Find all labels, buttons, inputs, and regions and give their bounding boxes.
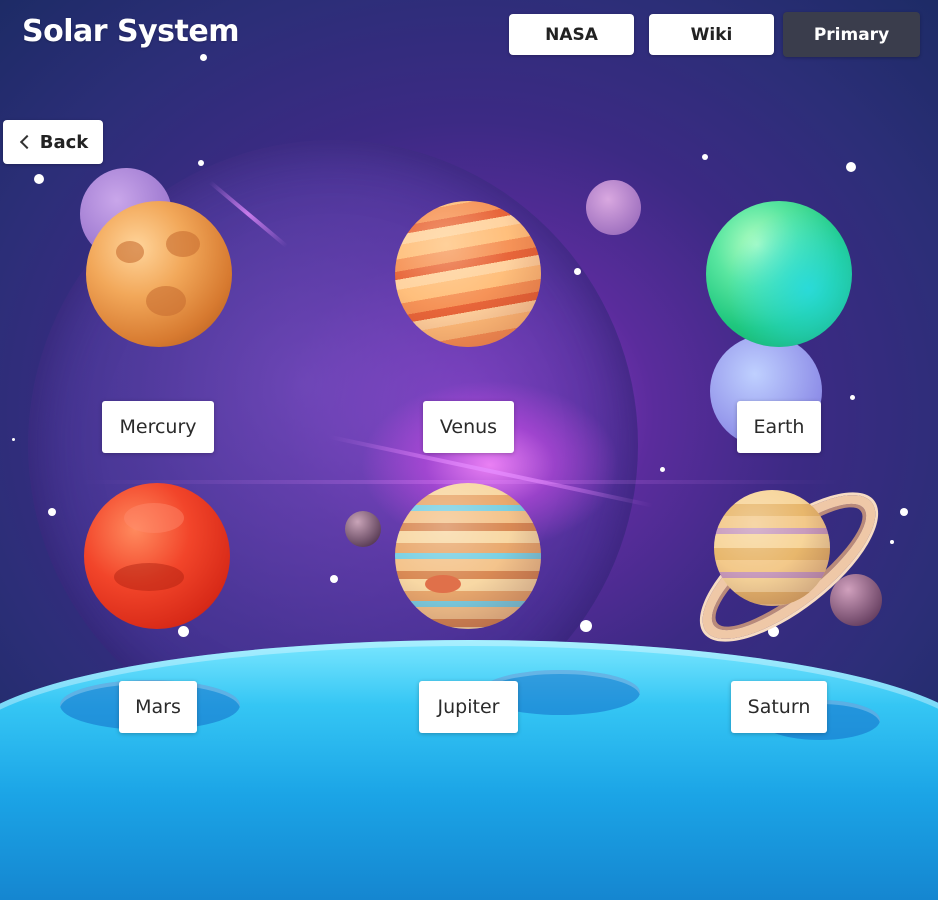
great-red-spot — [425, 575, 461, 593]
crater — [166, 231, 200, 257]
app-title: Solar System — [22, 14, 239, 49]
crater — [146, 286, 186, 316]
planet-label-mercury[interactable]: Mercury — [102, 401, 214, 453]
star — [580, 620, 592, 632]
background-moon — [345, 511, 381, 547]
jupiter-planet[interactable] — [395, 483, 541, 629]
mercury-planet[interactable] — [86, 201, 232, 347]
star — [702, 154, 708, 160]
star — [660, 467, 665, 472]
venus-planet[interactable] — [395, 201, 541, 347]
crater — [116, 241, 144, 263]
star — [178, 626, 189, 637]
planet-label-mars[interactable]: Mars — [119, 681, 197, 733]
background-moon — [830, 574, 882, 626]
star — [890, 540, 894, 544]
saturn-body — [714, 490, 830, 606]
earth-water — [706, 201, 852, 347]
primary-button[interactable]: Primary — [783, 12, 920, 57]
planet-label-saturn[interactable]: Saturn — [731, 681, 827, 733]
back-button[interactable]: Back — [3, 120, 103, 164]
planet-label-jupiter[interactable]: Jupiter — [419, 681, 518, 733]
mars-patch — [114, 563, 184, 591]
mars-planet[interactable] — [84, 483, 230, 629]
planet-label-venus[interactable]: Venus — [423, 401, 514, 453]
star — [846, 162, 856, 172]
nasa-button[interactable]: NASA — [509, 14, 634, 55]
star — [850, 395, 855, 400]
background-moon — [586, 180, 641, 235]
planet-shading — [395, 201, 541, 347]
star — [12, 438, 15, 441]
planet-surface — [0, 640, 938, 900]
star — [330, 575, 338, 583]
chevron-left-icon — [19, 134, 34, 150]
star — [768, 626, 779, 637]
star — [574, 268, 581, 275]
planet-shading — [714, 490, 830, 606]
star — [198, 160, 204, 166]
planet-shading — [395, 483, 541, 629]
star — [200, 54, 207, 61]
planet-label-earth[interactable]: Earth — [737, 401, 821, 453]
star — [900, 508, 908, 516]
earth-planet[interactable] — [706, 201, 852, 347]
star — [34, 174, 44, 184]
wiki-button[interactable]: Wiki — [649, 14, 774, 55]
star — [48, 508, 56, 516]
mars-patch — [124, 503, 184, 533]
back-label: Back — [39, 131, 89, 153]
